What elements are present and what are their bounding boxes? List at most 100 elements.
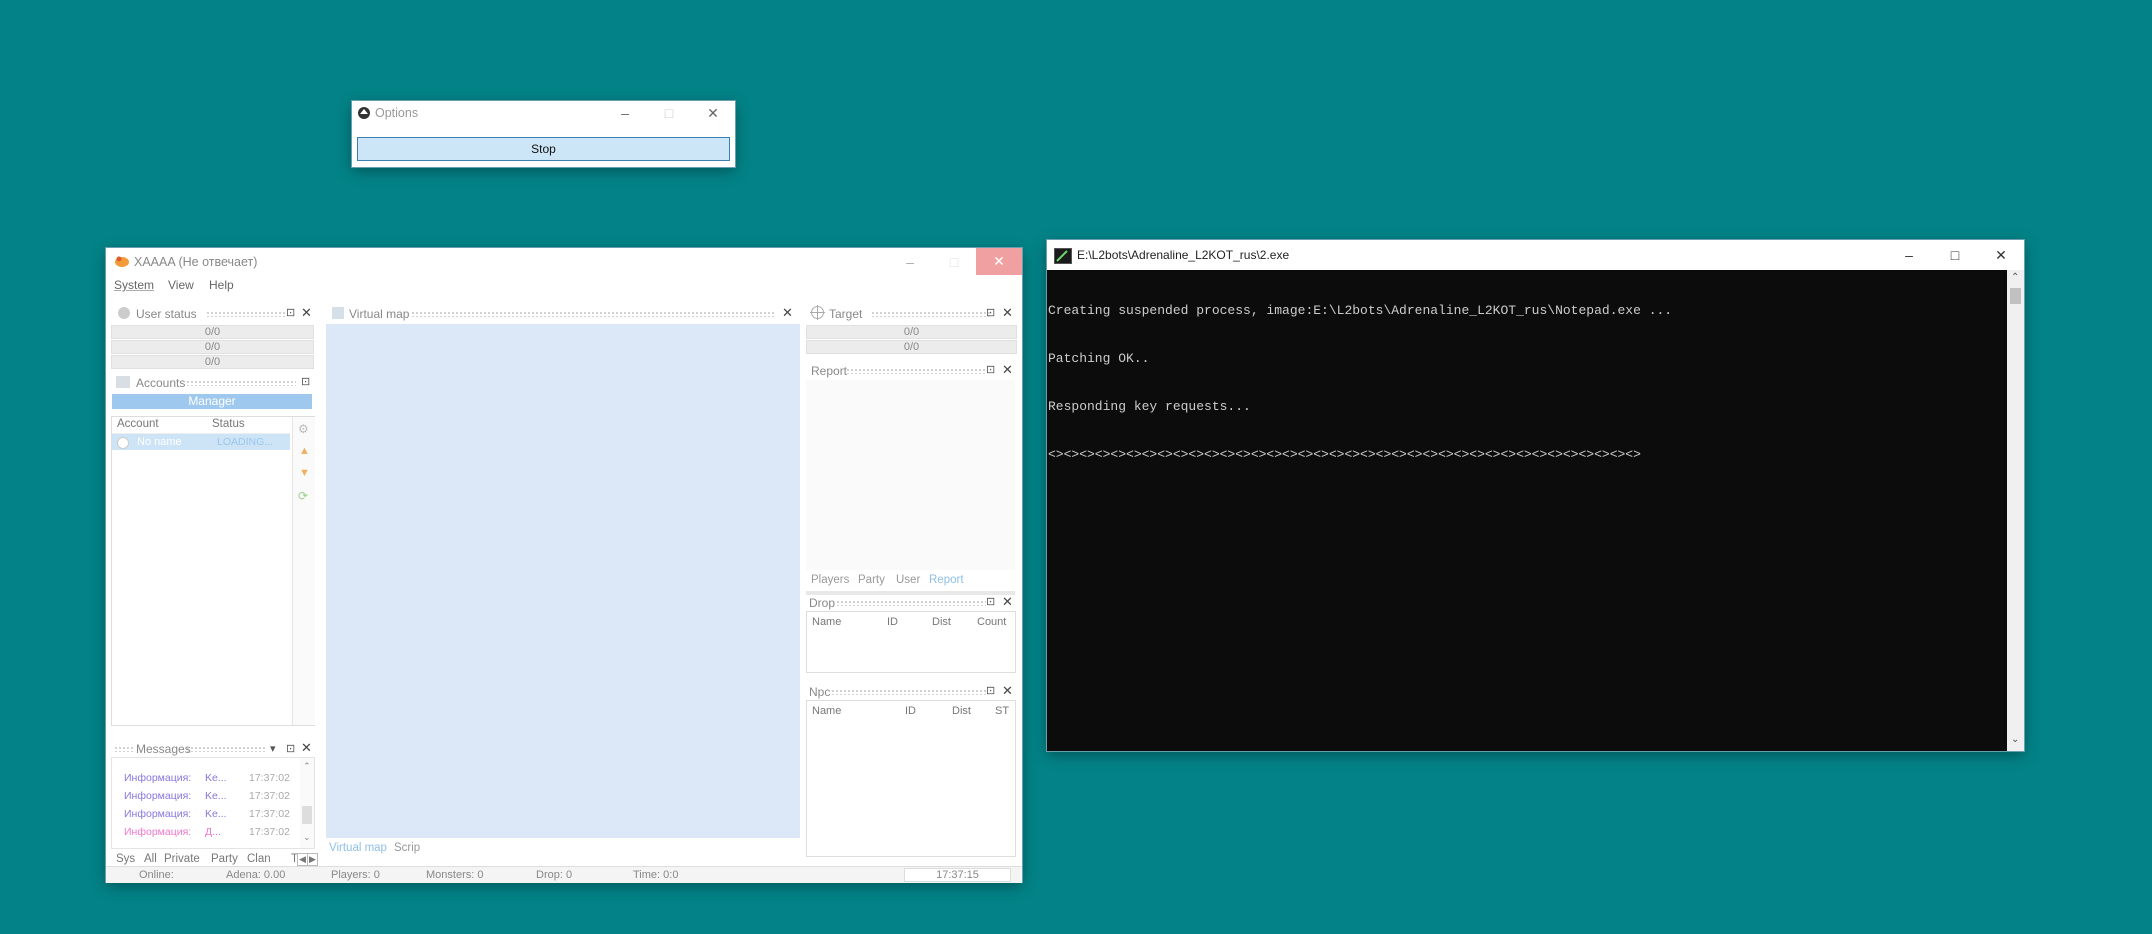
tab-script[interactable]: Scrip <box>394 842 420 854</box>
minimize-button[interactable]: – <box>1886 240 1932 270</box>
pin-icon[interactable]: ⊡ <box>986 363 995 376</box>
column-dist[interactable]: Dist <box>932 616 951 628</box>
npc-table: Name ID Dist ST <box>806 700 1016 857</box>
tab-private[interactable]: Private <box>164 853 200 865</box>
messages-scrollbar[interactable]: ⌃ ⌄ <box>300 758 314 848</box>
column-id[interactable]: ID <box>887 616 898 628</box>
column-st[interactable]: ST <box>995 705 1009 717</box>
panel-grip <box>831 689 986 695</box>
tab-all[interactable]: All <box>144 853 157 865</box>
console-app-icon <box>1054 248 1072 264</box>
tab-clan[interactable]: Clan <box>247 853 271 865</box>
pin-icon[interactable]: ⊡ <box>986 595 995 608</box>
bot-title: XAAAA (Не отвечает) <box>134 254 258 269</box>
tab-sys[interactable]: Sys <box>116 853 135 865</box>
scroll-up-icon[interactable]: ⌃ <box>2011 272 2019 283</box>
pin-icon[interactable]: ⊡ <box>286 306 295 319</box>
column-account[interactable]: Account <box>117 418 159 430</box>
list-item: Информация: Д... 17:37:02 <box>112 824 297 840</box>
drop-table: Name ID Dist Count <box>806 611 1016 673</box>
close-button[interactable]: ✕ <box>691 101 735 125</box>
maximize-button[interactable]: □ <box>1932 240 1978 270</box>
close-button[interactable]: ✕ <box>976 248 1022 275</box>
manager-header[interactable]: Manager <box>112 394 312 409</box>
bot-titlebar[interactable]: XAAAA (Не отвечает) – □ ✕ <box>106 248 1022 275</box>
status-online: Online: <box>139 869 174 881</box>
download-icon[interactable]: ▼ <box>299 467 310 479</box>
menu-help[interactable]: Help <box>209 278 234 292</box>
accounts-toolbar: ⚙ ▲ ▼ ⟳ <box>292 417 315 725</box>
dropdown-icon[interactable]: ▾ <box>270 742 276 755</box>
pin-icon[interactable]: ⊡ <box>301 375 310 388</box>
column-name[interactable]: Name <box>812 705 841 717</box>
menu-system[interactable]: System <box>114 278 154 292</box>
console-line: Patching OK.. <box>1048 351 1150 366</box>
maximize-button[interactable]: □ <box>647 101 691 125</box>
tab-party[interactable]: Party <box>211 853 238 865</box>
status-adena: Adena: 0.00 <box>226 869 286 881</box>
tab-virtual-map[interactable]: Virtual map <box>329 842 387 854</box>
options-title: Options <box>375 106 419 120</box>
close-icon[interactable]: ✕ <box>1002 683 1013 699</box>
status-drop: Drop: 0 <box>536 869 573 881</box>
console-titlebar[interactable]: E:\L2bots\Adrenaline_L2KOT_rus\2.exe – □… <box>1047 240 2024 270</box>
message-time: 17:37:02 <box>249 808 290 820</box>
close-icon[interactable]: ✕ <box>1002 362 1013 378</box>
column-count[interactable]: Count <box>977 616 1006 628</box>
status-clock: 17:37:15 <box>904 868 1011 882</box>
scroll-thumb[interactable] <box>302 806 312 824</box>
tab-user[interactable]: User <box>896 574 920 586</box>
pin-icon[interactable]: ⊡ <box>986 684 995 697</box>
options-titlebar[interactable]: Options – □ ✕ <box>352 101 735 125</box>
panel-grip <box>871 311 991 317</box>
close-icon[interactable]: ✕ <box>301 740 312 756</box>
scroll-up-icon[interactable]: ⌃ <box>303 761 311 772</box>
list-item: Информация: Ke... 17:37:02 <box>112 806 297 822</box>
options-window: Options – □ ✕ Stop <box>352 101 735 167</box>
menu-view[interactable]: View <box>168 278 194 292</box>
message-type: Информация: <box>124 826 192 838</box>
refresh-icon[interactable]: ⟳ <box>298 489 308 503</box>
tab-party[interactable]: Party <box>858 574 885 586</box>
hp-bar: 0/0 <box>111 325 314 339</box>
console-output[interactable]: Creating suspended process, image:E:\L2b… <box>1048 271 2003 749</box>
messages-list: Информация: Ke... 17:37:02 Информация: K… <box>111 757 315 849</box>
settings-icon[interactable]: ⚙ <box>298 422 309 436</box>
account-status-icon <box>117 437 129 449</box>
column-status[interactable]: Status <box>212 418 245 430</box>
accounts-icon <box>116 376 130 388</box>
minimize-button[interactable]: – <box>603 101 647 125</box>
close-icon[interactable]: ✕ <box>301 305 312 321</box>
console-title: E:\L2bots\Adrenaline_L2KOT_rus\2.exe <box>1077 248 1290 262</box>
close-button[interactable]: ✕ <box>1978 240 2024 270</box>
console-line: <><><><><><><><><><><><><><><><><><><><>… <box>1048 447 1641 462</box>
message-text: Д... <box>205 826 221 838</box>
minimize-button[interactable]: – <box>888 248 932 275</box>
close-icon[interactable]: ✕ <box>1002 594 1013 610</box>
close-icon[interactable]: ✕ <box>1002 305 1013 321</box>
accounts-list: Account Status No name LOADING... ⚙ ▲ ▼ … <box>111 416 315 726</box>
stop-button[interactable]: Stop <box>357 137 730 161</box>
virtual-map-canvas[interactable] <box>326 324 800 838</box>
move-up-icon[interactable]: ▲ <box>299 445 310 457</box>
status-players: Players: 0 <box>331 869 380 881</box>
scroll-thumb[interactable] <box>2010 288 2021 304</box>
pin-icon[interactable]: ⊡ <box>286 742 295 755</box>
tab-players[interactable]: Players <box>811 574 849 586</box>
tab-right-icon[interactable]: ▶ <box>307 853 318 866</box>
tab-report[interactable]: Report <box>929 574 964 586</box>
message-type: Информация: <box>124 808 192 820</box>
scroll-down-icon[interactable]: ⌄ <box>303 832 311 843</box>
message-time: 17:37:02 <box>249 790 290 802</box>
drop-title: Drop <box>809 596 836 610</box>
mp-bar: 0/0 <box>111 340 314 354</box>
console-scrollbar[interactable]: ⌃ ⌄ <box>2007 270 2024 751</box>
column-id[interactable]: ID <box>905 705 916 717</box>
table-row[interactable]: No name LOADING... <box>112 434 290 450</box>
scroll-down-icon[interactable]: ⌄ <box>2011 734 2019 745</box>
maximize-button[interactable]: □ <box>932 248 976 275</box>
close-icon[interactable]: ✕ <box>782 305 793 321</box>
column-name[interactable]: Name <box>812 616 841 628</box>
column-dist[interactable]: Dist <box>952 705 971 717</box>
pin-icon[interactable]: ⊡ <box>986 306 995 319</box>
